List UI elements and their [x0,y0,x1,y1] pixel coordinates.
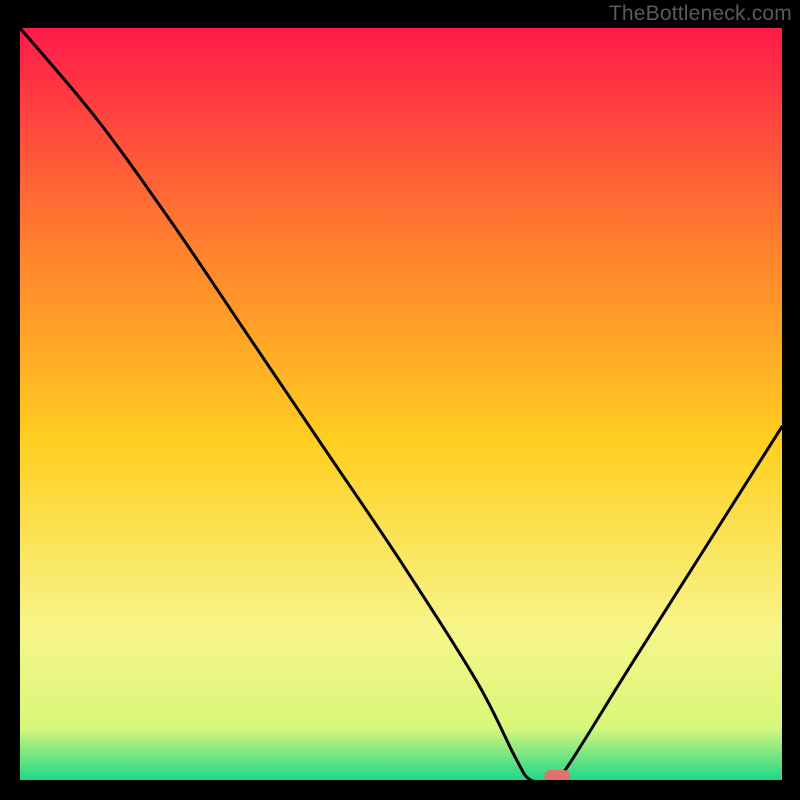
gradient-background [20,28,782,780]
optimal-marker [544,770,570,780]
watermark-text: TheBottleneck.com [609,2,792,26]
bottleneck-chart [20,28,782,780]
chart-container: TheBottleneck.com [0,0,800,800]
